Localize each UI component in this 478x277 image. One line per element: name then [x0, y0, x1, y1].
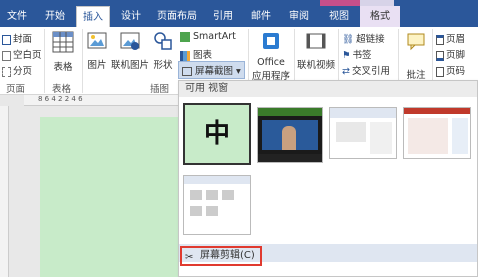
- header-icon: [436, 34, 444, 45]
- cover-page-icon: [2, 34, 11, 45]
- divider: [44, 29, 45, 93]
- cross-reference-icon: ⇄: [342, 66, 350, 77]
- tab-mailings[interactable]: 邮件: [244, 6, 278, 27]
- group-label-illustrations: 插图: [150, 84, 170, 95]
- tab-view[interactable]: 视图: [320, 6, 358, 27]
- tab-page-layout[interactable]: 页面布局: [152, 6, 202, 27]
- window-thumbnail[interactable]: [403, 107, 471, 159]
- presenter-figure: [282, 126, 296, 150]
- shapes-icon: [154, 32, 172, 50]
- content-block: [370, 122, 392, 154]
- screen-clipping-icon: ✂: [185, 252, 194, 263]
- ribbon-tabs: 文件 开始 插入 设计 页面布局 引用 邮件 审阅 视图 格式: [0, 6, 478, 28]
- app-toolbar: [330, 108, 396, 118]
- comment-button[interactable]: 批注: [402, 31, 430, 81]
- page-number-button[interactable]: 页码: [436, 63, 465, 77]
- content-block: [336, 122, 366, 142]
- tab-references[interactable]: 引用: [206, 6, 240, 27]
- smartart-icon: [180, 31, 190, 42]
- screenshot-dropdown: 可用 视窗 中 ✂ 屏幕剪辑(C): [178, 80, 478, 277]
- header-button[interactable]: 页眉: [436, 31, 465, 45]
- picture-button[interactable]: 图片: [86, 31, 108, 71]
- office-store-icon: [263, 33, 279, 49]
- window-thumbnail[interactable]: 中: [183, 103, 251, 165]
- blank-page-icon: [2, 50, 11, 61]
- video-header: [258, 108, 322, 116]
- app-toolbar: [184, 176, 250, 184]
- group-label-pages: 页面: [6, 84, 26, 95]
- table-button[interactable]: 表格: [48, 31, 78, 73]
- web-content: [408, 118, 448, 154]
- screen-clipping-button[interactable]: ✂ 屏幕剪辑(C): [180, 246, 262, 266]
- page-break-icon: [2, 66, 11, 77]
- link-icon: ⛓: [342, 34, 355, 45]
- file-icon-placeholder: [190, 206, 202, 216]
- picture-icon: [87, 32, 107, 49]
- window-thumbnail[interactable]: [183, 175, 251, 235]
- window-thumbnail[interactable]: [257, 107, 323, 163]
- tab-home[interactable]: 开始: [38, 6, 72, 27]
- chart-button[interactable]: 图表: [180, 47, 212, 61]
- video-icon: [306, 33, 326, 49]
- hyperlink-button[interactable]: ⛓ 超链接: [342, 31, 385, 45]
- tab-file[interactable]: 文件: [0, 6, 34, 27]
- page-number-icon: [436, 66, 444, 77]
- horizontal-ruler[interactable]: 8 6 4 2 2 4 6: [24, 95, 184, 106]
- smartart-button[interactable]: SmartArt: [180, 31, 236, 42]
- online-picture-icon: [120, 32, 140, 50]
- footer-button[interactable]: 页脚: [436, 47, 465, 61]
- web-header: [404, 108, 470, 114]
- tab-review[interactable]: 审阅: [282, 6, 316, 27]
- screenshot-button[interactable]: 屏幕截图 ▾: [178, 61, 245, 79]
- window-thumbnail[interactable]: [329, 107, 397, 159]
- comment-icon: [407, 33, 425, 51]
- shapes-button[interactable]: 形状: [150, 31, 176, 71]
- divider: [82, 29, 83, 93]
- web-sidebar: [452, 118, 468, 154]
- file-icon-placeholder: [206, 190, 218, 200]
- tab-format[interactable]: 格式: [360, 6, 400, 27]
- page-break-button[interactable]: 分页: [2, 63, 32, 77]
- online-picture-button[interactable]: 联机图片: [110, 31, 150, 71]
- cross-reference-button[interactable]: ⇄ 交叉引用: [342, 63, 390, 77]
- group-label-tables: 表格: [52, 84, 72, 95]
- document-page[interactable]: [40, 117, 185, 277]
- tab-insert[interactable]: 插入: [76, 6, 110, 28]
- file-icon-placeholder: [222, 190, 234, 200]
- screenshot-icon: [182, 67, 192, 76]
- file-icon-placeholder: [190, 190, 202, 200]
- chart-icon: [180, 50, 190, 61]
- tab-design[interactable]: 设计: [114, 6, 148, 27]
- footer-icon: [436, 50, 444, 61]
- vertical-ruler[interactable]: [0, 106, 9, 277]
- online-video-button[interactable]: 联机视频: [296, 31, 336, 71]
- bookmark-icon: ⚑: [342, 50, 351, 61]
- table-icon: [52, 31, 74, 53]
- file-icon-placeholder: [206, 206, 218, 216]
- bookmark-button[interactable]: ⚑ 书签: [342, 47, 372, 61]
- blank-page-button[interactable]: 空白页: [2, 47, 42, 61]
- chevron-down-icon: ▾: [236, 66, 241, 77]
- cover-page-button[interactable]: 封面: [2, 31, 32, 45]
- office-apps-button[interactable]: Office 应用程序: [250, 31, 292, 82]
- video-controls: [258, 154, 322, 162]
- available-windows-header: 可用 视窗: [179, 81, 477, 97]
